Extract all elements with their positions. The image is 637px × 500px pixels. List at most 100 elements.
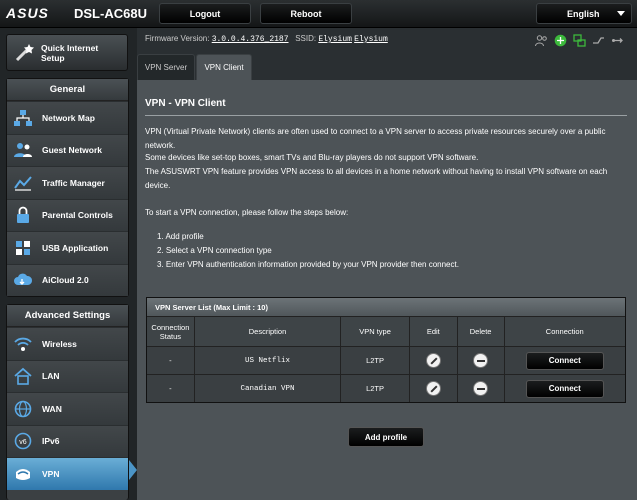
connection-status: - [147, 347, 195, 374]
chevron-down-icon [617, 11, 625, 16]
vpn-icon [16, 468, 30, 480]
active-indicator-arrow [129, 460, 137, 480]
usb-status-icon[interactable] [611, 34, 624, 47]
tab-vpn-client[interactable]: VPN Client [196, 54, 252, 80]
description-paragraph: The ASUSWRT VPN feature provides VPN acc… [145, 167, 608, 190]
wireless-icon [14, 337, 32, 351]
column-header: Description [195, 317, 342, 346]
sidebar-item-wireless[interactable]: Wireless [7, 327, 128, 360]
sidebar-item-usb-application[interactable]: USB Application [7, 231, 128, 264]
column-header: Connection [545, 327, 584, 336]
reboot-button[interactable]: Reboot [260, 3, 352, 24]
delete-icon[interactable] [473, 381, 489, 396]
ssid-link-2[interactable]: Elysium [354, 35, 388, 44]
language-label: English [567, 8, 600, 19]
vpn-server-list-table: VPN Server List (Max Limit : 10) Connect… [146, 297, 626, 403]
firmware-version-link[interactable]: 3.0.0.4.376_2187 [212, 35, 289, 44]
top-bar: ASUS DSL-AC68U Logout Reboot English [0, 0, 637, 28]
steps-intro: To start a VPN connection, please follow… [145, 208, 349, 217]
link-icon[interactable] [592, 34, 605, 47]
globe-icon [14, 400, 32, 418]
edit-icon[interactable] [425, 353, 441, 368]
sidebar-item-label: VPN [42, 468, 60, 479]
connect-button[interactable]: Connect [525, 379, 604, 398]
home-icon [14, 368, 32, 386]
svg-text:v6: v6 [19, 439, 27, 446]
step-item: 2. Select a VPN connection type [157, 246, 272, 255]
ipv6-icon: v6 [14, 432, 32, 450]
sidebar-item-vpn[interactable]: VPN [7, 457, 128, 490]
cloud-icon [14, 273, 33, 286]
sidebar-item-label: LAN [42, 371, 60, 382]
quick-internet-setup-button[interactable]: Quick Internet Setup [6, 34, 128, 71]
table-header-row: Connection Status Description VPN type E… [147, 316, 625, 346]
sidebar-item-guest-network[interactable]: Guest Network [7, 133, 128, 166]
delete-icon[interactable] [473, 353, 489, 368]
main-content: Firmware Version: 3.0.0.4.376_2187 SSID:… [137, 28, 637, 500]
usb-icon [16, 240, 30, 255]
column-header: Edit [410, 317, 458, 346]
add-profile-button[interactable]: Add profile [348, 427, 424, 447]
step-item: 3. Enter VPN authentication information … [157, 260, 459, 269]
sidebar-item-label: Parental Controls [42, 210, 113, 221]
tab-vpn-server[interactable]: VPN Server [137, 54, 195, 80]
sidebar-item-network-map[interactable]: Network Map [7, 101, 128, 134]
title-divider [145, 115, 627, 116]
asus-logo: ASUS [6, 5, 49, 21]
firmware-label: Firmware Version: [145, 34, 210, 43]
connect-button[interactable]: Connect [525, 351, 604, 370]
vpn-type: L2TP [341, 347, 410, 374]
sidebar: Quick Internet Setup General Network Map… [0, 28, 137, 500]
traffic-manager-icon [14, 176, 32, 191]
firmware-ssid-bar: Firmware Version: 3.0.0.4.376_2187 SSID:… [145, 34, 388, 44]
users-icon[interactable] [535, 34, 548, 47]
column-header: Delete [458, 317, 505, 346]
description-paragraph: Some devices like set-top boxes, smart T… [145, 153, 479, 162]
step-item: 1. Add profile [157, 232, 204, 241]
internet-status-icon[interactable] [554, 34, 567, 47]
quick-setup-label-line2: Setup [41, 52, 65, 63]
sidebar-item-label: Wireless [42, 338, 77, 349]
connection-status: - [147, 375, 195, 402]
sidebar-item-parental-controls[interactable]: Parental Controls [7, 198, 128, 231]
guest-network-icon [14, 143, 32, 158]
table-row: - US Netflix L2TP Connect [147, 346, 625, 374]
sidebar-item-label: Guest Network [42, 145, 102, 156]
sidebar-item-aicloud[interactable]: AiCloud 2.0 [7, 263, 128, 296]
sidebar-item-ipv6[interactable]: v6 IPv6 [7, 424, 128, 457]
status-icons [535, 32, 624, 48]
logout-button[interactable]: Logout [159, 3, 251, 24]
ssid-link-1[interactable]: Elysium [318, 35, 352, 44]
table-caption: VPN Server List (Max Limit : 10) [147, 298, 625, 316]
profile-description: US Netflix [195, 347, 342, 374]
network-map-icon [14, 109, 32, 126]
sidebar-item-label: WAN [42, 403, 62, 414]
sidebar-item-label: USB Application [42, 242, 109, 253]
page-title: VPN - VPN Client [145, 98, 226, 109]
ssid-label: SSID: [295, 34, 317, 43]
table-row: - Canadian VPN L2TP Connect [147, 374, 625, 402]
sidebar-item-wan[interactable]: WAN [7, 392, 128, 425]
devices-icon[interactable] [573, 33, 586, 47]
edit-icon[interactable] [425, 381, 441, 396]
wand-icon [15, 43, 34, 61]
general-menu: General Network Map Guest Network Traffi… [6, 78, 129, 297]
column-header: VPN type [341, 317, 410, 346]
sidebar-item-lan[interactable]: LAN [7, 359, 128, 392]
description-paragraph: VPN (Virtual Private Network) clients ar… [145, 127, 606, 150]
sidebar-item-label: Network Map [42, 112, 95, 123]
sidebar-item-label: IPv6 [42, 436, 60, 447]
language-select[interactable]: English [536, 3, 632, 24]
sidebar-item-label: AiCloud 2.0 [42, 275, 89, 286]
profile-description: Canadian VPN [195, 375, 342, 402]
model-name: DSL-AC68U [74, 6, 147, 21]
lock-icon [17, 206, 29, 224]
sidebar-item-traffic-manager[interactable]: Traffic Manager [7, 166, 128, 199]
column-header: Connection Status [147, 317, 195, 346]
advanced-settings-title: Advanced Settings [7, 305, 128, 327]
vpn-type: L2TP [341, 375, 410, 402]
sidebar-item-label: Traffic Manager [42, 177, 105, 188]
general-title: General [7, 79, 128, 101]
vpn-client-panel: VPN - VPN Client VPN (Virtual Private Ne… [137, 80, 637, 500]
advanced-settings-menu: Advanced Settings Wireless LAN WAN v6 IP… [6, 304, 129, 500]
